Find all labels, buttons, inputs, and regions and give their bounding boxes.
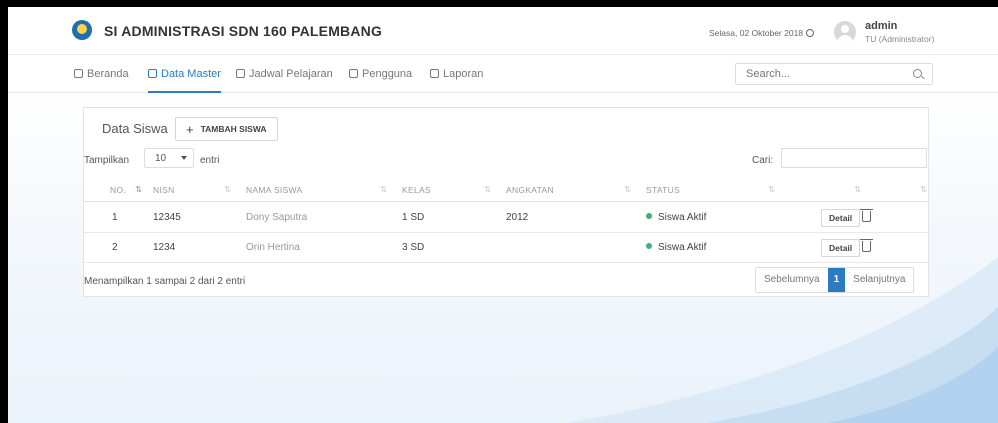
cell-angkatan: 2012 <box>506 212 529 223</box>
sort-icon[interactable]: ⇅ <box>854 184 861 195</box>
plus-icon: + <box>186 121 194 137</box>
column-header-nisn[interactable]: NISN <box>153 185 175 195</box>
table-search-label: Cari: <box>752 155 774 166</box>
sort-icon[interactable]: ⇅ <box>920 184 927 195</box>
trash-icon[interactable] <box>860 209 873 222</box>
sort-icon[interactable]: ⇅ <box>768 184 775 195</box>
pagination-page-1[interactable]: 1 <box>827 268 846 292</box>
data-siswa-panel: Data Siswa + TAMBAH SISWA Tampilkan 10 en… <box>83 107 929 297</box>
page-size-value: 10 <box>155 153 167 164</box>
global-search[interactable] <box>735 63 933 85</box>
column-header-no[interactable]: NO. <box>110 185 126 195</box>
user-name[interactable]: admin <box>865 20 897 32</box>
nav-item-pengguna[interactable]: Pengguna <box>349 68 412 80</box>
user-role: TU (Administrator) <box>865 34 935 44</box>
table-row: 2 1234 Orin Hertina 3 SD Siswa Aktif Det… <box>84 233 928 263</box>
cell-nama: Dony Saputra <box>246 212 308 223</box>
column-header-angkatan[interactable]: ANGKATAN <box>506 185 554 195</box>
nav-label: Pengguna <box>362 68 413 80</box>
app-window: SI ADMINISTRASI SDN 160 PALEMBANG Selasa… <box>8 7 998 423</box>
detail-button[interactable]: Detail <box>821 239 861 257</box>
date-text: Selasa, 02 Oktober 2018 <box>709 28 804 38</box>
home-icon <box>74 69 83 78</box>
calendar-icon <box>236 69 245 78</box>
nav-item-beranda[interactable]: Beranda <box>74 68 129 80</box>
sort-icon[interactable]: ⇅ <box>380 184 387 195</box>
cell-nisn: 1234 <box>153 242 176 253</box>
nav-label: Laporan <box>443 68 484 80</box>
avatar[interactable] <box>834 21 856 43</box>
pagination: Sebelumnya 1 Selanjutnya <box>755 267 915 293</box>
status-dot-icon <box>646 213 652 219</box>
panel-title: Data Siswa <box>102 121 168 136</box>
cell-kelas: 1 SD <box>402 212 425 223</box>
cell-kelas: 3 SD <box>402 242 425 253</box>
current-date: Selasa, 02 Oktober 2018 <box>709 28 815 38</box>
table-header: NO. ⇅ NISN ⇅ NAMA SISWA ⇅ KELAS ⇅ ANGKATAN ⇅ … <box>84 176 928 202</box>
table-search-input[interactable] <box>781 148 927 168</box>
table-row: 1 12345 Dony Saputra 1 SD 2012 Siswa Akt… <box>84 203 928 233</box>
nav-item-data-master[interactable]: Data Master <box>148 68 221 80</box>
trash-icon[interactable] <box>860 239 873 252</box>
pagination-prev[interactable]: Sebelumnya <box>756 268 828 292</box>
app-title: SI ADMINISTRASI SDN 160 PALEMBANG <box>104 23 383 39</box>
detail-button[interactable]: Detail <box>821 209 861 227</box>
nav-label: Data Master <box>161 68 221 80</box>
school-logo-icon <box>72 20 92 40</box>
sort-icon[interactable]: ⇅ <box>224 184 231 195</box>
column-header-kelas[interactable]: KELAS <box>402 185 431 195</box>
status-dot-icon <box>646 243 652 249</box>
nav-item-laporan[interactable]: Laporan <box>430 68 483 80</box>
cell-nama: Orin Hertina <box>246 242 300 253</box>
table-info: Menampilkan 1 sampai 2 dari 2 entri <box>84 276 246 287</box>
database-icon <box>148 69 157 78</box>
cell-status: Siswa Aktif <box>646 212 706 223</box>
entries-label: entri <box>200 155 220 166</box>
page-size-label: Tampilkan <box>84 155 130 166</box>
cell-no: 1 <box>112 212 118 223</box>
sort-icon[interactable]: ⇅ <box>135 184 142 195</box>
add-student-button[interactable]: + TAMBAH SISWA <box>175 117 278 141</box>
search-icon[interactable] <box>913 69 922 78</box>
clock-icon <box>806 29 815 37</box>
copy-icon <box>430 69 439 78</box>
column-header-nama-siswa[interactable]: NAMA SISWA <box>246 185 303 195</box>
nav-item-jadwal-pelajaran[interactable]: Jadwal Pelajaran <box>236 68 333 80</box>
cell-status: Siswa Aktif <box>646 242 706 253</box>
cell-nisn: 12345 <box>153 212 181 223</box>
chevron-down-icon <box>181 156 187 160</box>
pagination-next[interactable]: Selanjutnya <box>845 268 914 292</box>
sort-icon[interactable]: ⇅ <box>624 184 631 195</box>
users-icon <box>349 69 358 78</box>
main-nav: Beranda Data Master Jadwal Pelajaran Pen… <box>8 55 998 93</box>
page-size-select[interactable]: 10 <box>144 148 194 168</box>
status-text: Siswa Aktif <box>658 242 707 253</box>
app-header: SI ADMINISTRASI SDN 160 PALEMBANG Selasa… <box>8 7 998 55</box>
column-header-status[interactable]: STATUS <box>646 185 680 195</box>
status-text: Siswa Aktif <box>658 212 707 223</box>
nav-label: Jadwal Pelajaran <box>249 68 333 80</box>
cell-no: 2 <box>112 242 118 253</box>
active-tab-indicator <box>148 91 221 93</box>
nav-label: Beranda <box>87 68 129 80</box>
add-student-label: TAMBAH SISWA <box>200 124 267 134</box>
search-input[interactable] <box>736 64 906 84</box>
sort-icon[interactable]: ⇅ <box>484 184 491 195</box>
